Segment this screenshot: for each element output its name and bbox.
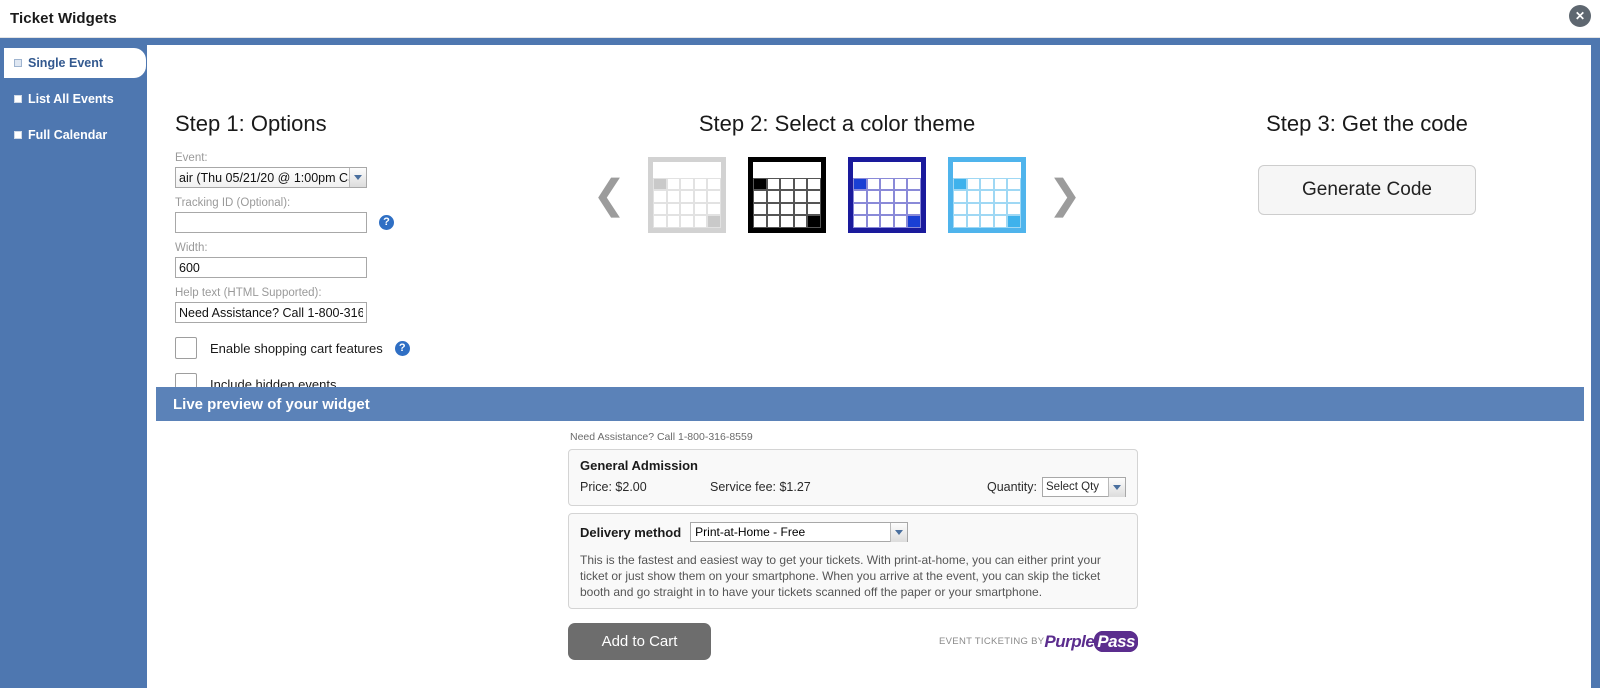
delivery-card: Delivery method Print-at-Home - Free Thi… — [568, 513, 1138, 609]
delivery-method-value: Print-at-Home - Free — [695, 525, 806, 539]
theme-carousel: ❮ ❯ — [527, 157, 1147, 233]
chevron-down-icon — [349, 168, 366, 187]
enable-cart-label: Enable shopping cart features — [210, 340, 383, 356]
chevron-down-icon — [890, 522, 908, 542]
widget-footer: Add to Cart EVENT TICKETING BY Purple Pas… — [568, 623, 1138, 660]
sidebar-item-full-calendar[interactable]: Full Calendar — [0, 120, 147, 150]
page-body: Single Event List All Events Full Calend… — [0, 38, 1600, 688]
sidebar-item-label: List All Events — [28, 92, 114, 106]
help-icon[interactable]: ? — [379, 215, 394, 230]
calendar-icon — [953, 162, 1021, 228]
live-preview-header: Live preview of your widget — [156, 387, 1584, 421]
calendar-icon — [853, 162, 921, 228]
quantity-select-value: Select Qty — [1046, 481, 1100, 493]
event-label: Event: — [175, 152, 208, 164]
page-title: Ticket Widgets — [10, 10, 117, 27]
bullet-icon — [14, 131, 22, 139]
bullet-icon — [14, 95, 22, 103]
theme-swatch[interactable] — [748, 157, 826, 233]
theme-swatch[interactable] — [948, 157, 1026, 233]
help-icon[interactable]: ? — [394, 340, 410, 356]
bullet-icon — [14, 59, 22, 67]
tracking-id-label: Tracking ID (Optional): — [175, 197, 291, 209]
quantity-group: Quantity: Select Qty — [987, 477, 1126, 497]
calendar-icon — [753, 162, 821, 228]
add-to-cart-button[interactable]: Add to Cart — [568, 623, 711, 660]
quantity-select[interactable]: Select Qty — [1042, 477, 1126, 497]
theme-swatch[interactable] — [648, 157, 726, 233]
logo-part-purple: Purple — [1044, 631, 1095, 651]
step-2-color-theme: Step 2: Select a color theme ❮ ❯ — [527, 111, 1147, 233]
help-text-input[interactable] — [175, 302, 367, 323]
ticket-service-fee: Service fee: $1.27 — [710, 480, 811, 494]
width-label: Width: — [175, 242, 208, 254]
sidebar-item-label: Full Calendar — [28, 128, 108, 142]
brand-prefix: EVENT TICKETING BY — [939, 636, 1045, 647]
width-input[interactable] — [175, 257, 367, 278]
main-panel: Step 1: Options Event: air (Thu 05/21/20… — [147, 45, 1591, 688]
delivery-method-select[interactable]: Print-at-Home - Free — [690, 522, 909, 542]
quantity-label: Quantity: — [986, 480, 1037, 494]
widget-preview: Need Assistance? Call 1-800-316-8559 Gen… — [568, 431, 1138, 660]
sidebar-item-label: Single Event — [28, 56, 104, 70]
ticket-price: Price: $2.00 — [580, 480, 647, 494]
live-preview-title: Live preview of your widget — [173, 395, 370, 413]
help-text-label: Help text (HTML Supported): — [175, 287, 322, 299]
theme-swatch[interactable] — [848, 157, 926, 233]
step-3-get-code: Step 3: Get the code Generate Code — [1167, 111, 1567, 215]
step-2-title: Step 2: Select a color theme — [698, 111, 976, 136]
sidebar: Single Event List All Events Full Calend… — [0, 38, 147, 688]
chevron-left-icon[interactable]: ❮ — [592, 175, 626, 215]
logo-part-pass: Pass — [1094, 630, 1138, 652]
ticket-name: General Admission — [580, 458, 698, 473]
steps-row: Step 1: Options Event: air (Thu 05/21/20… — [147, 45, 1591, 395]
purplepass-branding: EVENT TICKETING BY Purple Pass — [939, 630, 1138, 652]
widget-help-text: Need Assistance? Call 1-800-316-8559 — [570, 431, 753, 443]
enable-cart-checkbox[interactable] — [175, 337, 197, 359]
sidebar-item-list-all-events[interactable]: List All Events — [0, 84, 147, 114]
delivery-method-label: Delivery method — [580, 524, 682, 540]
ticket-card: General Admission Price: $2.00 Service f… — [568, 449, 1138, 506]
step-1-options: Step 1: Options Event: air (Thu 05/21/20… — [175, 111, 505, 395]
event-select[interactable]: air (Thu 05/21/20 @ 1:00pm CST) — [175, 167, 367, 188]
window-titlebar: Ticket Widgets ✕ — [0, 0, 1600, 38]
calendar-icon — [653, 162, 721, 228]
chevron-right-icon[interactable]: ❯ — [1048, 175, 1082, 215]
chevron-down-icon — [1108, 477, 1125, 497]
step-3-title: Step 3: Get the code — [1266, 111, 1468, 136]
enable-cart-row: Enable shopping cart features ? — [175, 337, 505, 359]
generate-code-button[interactable]: Generate Code — [1258, 165, 1476, 215]
event-select-value: air (Thu 05/21/20 @ 1:00pm CST) — [179, 170, 349, 185]
delivery-description: This is the fastest and easiest way to g… — [580, 553, 1101, 599]
purplepass-logo: Purple Pass — [1044, 630, 1138, 652]
close-icon[interactable]: ✕ — [1569, 5, 1591, 27]
step-1-title: Step 1: Options — [175, 111, 327, 136]
sidebar-item-single-event[interactable]: Single Event — [4, 48, 146, 78]
tracking-id-input[interactable] — [175, 212, 367, 233]
